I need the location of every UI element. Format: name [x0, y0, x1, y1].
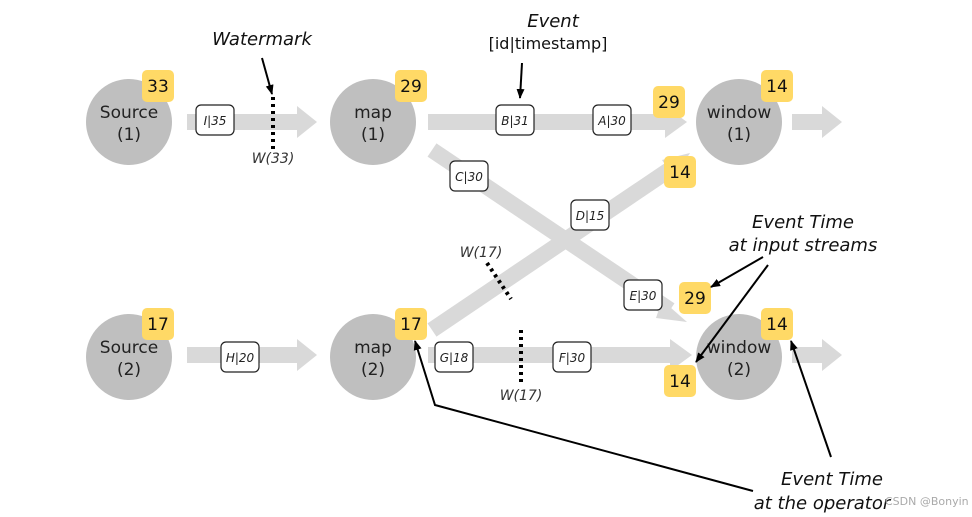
- badge-value: 14: [766, 77, 788, 97]
- annotation-event-format: [id|timestamp]: [489, 34, 608, 53]
- arrow-event: [516, 62, 525, 99]
- badge-source2: 17: [142, 308, 174, 340]
- badge-value: 33: [147, 77, 169, 97]
- annotation-event: Event: [527, 11, 580, 32]
- event-label: C|30: [455, 170, 483, 184]
- node-name: Source: [100, 338, 158, 358]
- credit-watermark: CSDN @Bonyin: [885, 495, 969, 508]
- badge-window1-input-top: 29: [653, 86, 685, 118]
- badge-value: 14: [766, 315, 788, 335]
- badge-value: 14: [669, 163, 691, 183]
- event-label: D|15: [576, 209, 605, 223]
- node-name: map: [354, 103, 392, 123]
- badge-map2: 17: [395, 308, 427, 340]
- badge-value: 29: [684, 289, 706, 309]
- node-index: (1): [117, 125, 141, 145]
- event-b31: B|31: [495, 104, 535, 136]
- badge-window2-input-bottom: 14: [664, 365, 696, 397]
- annotation-operator-time-line1: Event Time: [781, 469, 883, 490]
- event-a30: A|30: [592, 104, 632, 136]
- annotation-input-time-line1: Event Time: [752, 212, 854, 233]
- node-index: (1): [727, 125, 751, 145]
- badge-window1-input-bottom: 14: [664, 156, 696, 188]
- event-f30: F|30: [552, 341, 592, 373]
- node-name: window: [707, 103, 772, 123]
- annotation-input-time-line2: at input streams: [729, 235, 878, 256]
- arrow-watermark: [261, 57, 274, 95]
- badge-window1: 14: [761, 70, 793, 102]
- badge-window2-input-top: 29: [679, 282, 711, 314]
- event-label: B|31: [501, 114, 529, 128]
- event-label: H|20: [226, 351, 255, 365]
- node-index: (2): [117, 360, 141, 380]
- event-label: E|30: [630, 289, 657, 303]
- badge-value: 17: [147, 315, 169, 335]
- node-name: window: [707, 338, 772, 358]
- node-name: map: [354, 338, 392, 358]
- event-i35: I|35: [195, 104, 235, 136]
- event-label: F|30: [559, 351, 586, 365]
- event-label: A|30: [597, 114, 626, 128]
- badge-value: 17: [400, 315, 422, 335]
- node-index: (2): [727, 360, 751, 380]
- node-name: Source: [100, 103, 158, 123]
- annotation-operator-time-line2: at the operator: [754, 493, 892, 514]
- event-label: I|35: [204, 114, 227, 128]
- annotation-watermark: Watermark: [212, 29, 313, 50]
- event-h20: H|20: [220, 341, 260, 373]
- watermark-label-3: W(17): [500, 388, 543, 404]
- watermark-label-1: W(33): [252, 151, 295, 167]
- node-index: (1): [361, 125, 385, 145]
- stream-window1-out: [792, 106, 842, 138]
- watermark-label-2: W(17): [460, 245, 503, 261]
- badge-value: 14: [669, 372, 691, 392]
- badge-source1: 33: [142, 70, 174, 102]
- stream-map1-window1: [428, 106, 687, 138]
- event-e30: E|30: [623, 279, 663, 311]
- event-d15: D|15: [570, 199, 610, 231]
- event-label: G|18: [440, 351, 469, 365]
- badge-map1: 29: [395, 70, 427, 102]
- event-g18: G|18: [434, 341, 474, 373]
- event-c30: C|30: [449, 160, 489, 192]
- dataflow-diagram: Source (1) map (1) window (1) Source (2)…: [86, 11, 969, 514]
- node-index: (2): [361, 360, 385, 380]
- badge-window2: 14: [761, 308, 793, 340]
- badge-value: 29: [658, 93, 680, 113]
- badge-value: 29: [400, 77, 422, 97]
